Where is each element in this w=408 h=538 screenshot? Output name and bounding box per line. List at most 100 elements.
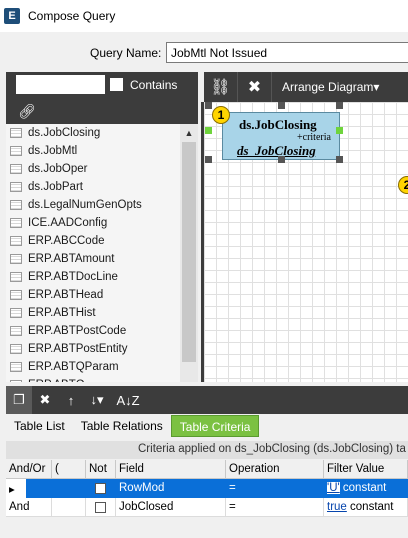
query-name-row: Query Name:: [0, 40, 408, 64]
criteria-toolbar: ❐ ✖ ↑ ↓▾ A↓Z: [6, 386, 408, 414]
list-item-label: ERP.ABTQParam: [28, 361, 119, 373]
col-filter-value[interactable]: Filter Value: [324, 460, 408, 479]
col-operation[interactable]: Operation: [226, 460, 324, 479]
col-andor[interactable]: And/Or: [6, 460, 52, 479]
list-item[interactable]: ds.JobMtl: [6, 142, 180, 160]
cell-paren[interactable]: [52, 479, 86, 498]
query-name-label: Query Name:: [90, 46, 162, 60]
table-search-input[interactable]: [16, 75, 105, 94]
list-item[interactable]: ERP.ABTQParam: [6, 358, 180, 376]
list-item[interactable]: ERP.ABTDocLine: [6, 268, 180, 286]
table-row[interactable]: And JobClosed = true constant: [6, 498, 408, 517]
list-item[interactable]: ds.JobPart: [6, 178, 180, 196]
cell-andor[interactable]: [26, 479, 52, 498]
list-item-label: ERP.ABTDocLine: [28, 271, 118, 283]
scroll-up-icon[interactable]: ▲: [180, 124, 198, 142]
scroll-thumb[interactable]: [182, 142, 196, 362]
contains-checkbox[interactable]: [110, 78, 123, 91]
resize-handle[interactable]: [336, 156, 343, 163]
list-item[interactable]: ERP.ABTAmount: [6, 250, 180, 268]
query-name-input[interactable]: [166, 42, 408, 63]
not-checkbox[interactable]: [95, 502, 106, 513]
list-item[interactable]: ds.JobClosing: [6, 124, 180, 142]
arrow-up-icon[interactable]: ↑: [58, 386, 84, 414]
list-item[interactable]: ERP.ABTQ...: [6, 376, 180, 382]
table-icon: [10, 146, 22, 156]
filter-value-link[interactable]: 'U': [327, 482, 340, 494]
list-item-label: ds.JobClosing: [28, 127, 101, 139]
node-criteria: +criteria: [297, 132, 331, 143]
filter-value-type: constant: [342, 482, 387, 494]
not-checkbox[interactable]: [95, 483, 106, 494]
list-item-label: ERP.ABTPostEntity: [28, 343, 128, 355]
table-icon: [10, 344, 22, 354]
cell-not[interactable]: [86, 479, 116, 498]
tab-table-relations[interactable]: Table Relations: [73, 415, 171, 437]
close-icon[interactable]: ✖: [238, 72, 272, 102]
tab-table-list[interactable]: Table List: [6, 415, 73, 437]
cell-not[interactable]: [86, 498, 116, 517]
list-item[interactable]: ERP.ABTHead: [6, 286, 180, 304]
col-paren[interactable]: (: [52, 460, 86, 479]
list-item-label: ERP.ABCCode: [28, 235, 105, 247]
cell-field[interactable]: JobClosed: [116, 498, 226, 517]
col-not[interactable]: Not: [86, 460, 116, 479]
resize-handle[interactable]: [205, 127, 212, 134]
resize-handle[interactable]: [278, 102, 285, 109]
list-item-label: ERP.ABTQ...: [28, 379, 94, 382]
cell-andor[interactable]: And: [6, 498, 52, 517]
node-title: ds.JobClosing: [239, 117, 317, 132]
cell-filter-value[interactable]: true constant: [324, 498, 408, 517]
link-icon[interactable]: ⛓: [204, 72, 238, 102]
list-item[interactable]: ERP.ABTPostCode: [6, 322, 180, 340]
list-item[interactable]: ds.LegalNumGenOpts: [6, 196, 180, 214]
cell-operation[interactable]: =: [226, 498, 324, 517]
list-item-label: ds.LegalNumGenOpts: [28, 199, 142, 211]
list-item-label: ERP.ABTHist: [28, 307, 96, 319]
resize-handle[interactable]: [336, 127, 343, 134]
table-node-jobclosing[interactable]: ds.JobClosing +criteria ds_JobClosing: [222, 112, 340, 160]
table-icon: [10, 254, 22, 264]
arrow-down-icon[interactable]: ↓▾: [84, 386, 110, 414]
list-item-label: ds.JobOper: [28, 163, 88, 175]
list-item[interactable]: ds.JobOper: [6, 160, 180, 178]
criteria-header: Criteria applied on ds_JobClosing (ds.Jo…: [6, 441, 408, 459]
sort-icon[interactable]: A↓Z: [110, 386, 146, 414]
diagram-canvas[interactable]: ds.JobClosing +criteria ds_JobClosing 1 …: [201, 102, 408, 382]
table-browser-panel: Contains 🔗︎ ds.JobClosing ds.JobMtl ds.Job…: [6, 72, 198, 382]
table-icon: [10, 164, 22, 174]
resize-handle[interactable]: [205, 156, 212, 163]
cell-paren[interactable]: [52, 498, 86, 517]
list-item-label: ERP.ABTPostCode: [28, 325, 127, 337]
table-icon: [10, 200, 22, 210]
list-item-label: ds.JobMtl: [28, 145, 78, 157]
filter-value-type: constant: [350, 501, 394, 513]
cell-operation[interactable]: =: [226, 479, 324, 498]
tab-table-criteria[interactable]: Table Criteria: [170, 415, 260, 437]
table-icon: [10, 236, 22, 246]
table-list-scrollbar[interactable]: ▲: [180, 124, 198, 382]
cell-field[interactable]: RowMod: [116, 479, 226, 498]
grid-header-row: And/Or ( Not Field Operation Filter Valu…: [6, 460, 408, 479]
list-item[interactable]: ERP.ABTPostEntity: [6, 340, 180, 358]
list-item[interactable]: ICE.AADConfig: [6, 214, 180, 232]
table-icon: [10, 326, 22, 336]
table-icon: [10, 290, 22, 300]
cell-filter-value[interactable]: 'U' constant: [324, 479, 408, 498]
title-bar: E Compose Query: [0, 0, 408, 32]
table-icon: [10, 182, 22, 192]
diagram-toolbar: ⛓ ✖ Arrange Diagram ▾: [204, 72, 408, 102]
resize-handle[interactable]: [205, 102, 212, 109]
arrange-diagram-button[interactable]: Arrange Diagram ▾: [272, 72, 379, 102]
resize-handle[interactable]: [336, 102, 343, 109]
link-icon[interactable]: 🔗︎: [18, 100, 44, 122]
filter-value-link[interactable]: true: [327, 501, 347, 513]
list-item[interactable]: ERP.ABCCode: [6, 232, 180, 250]
table-row[interactable]: ▸ RowMod = 'U' constant: [6, 479, 408, 498]
close-icon[interactable]: ✖: [32, 386, 58, 414]
window-title: Compose Query: [28, 9, 116, 23]
copy-icon[interactable]: ❐: [6, 386, 32, 414]
resize-handle[interactable]: [278, 156, 285, 163]
col-field[interactable]: Field: [116, 460, 226, 479]
list-item[interactable]: ERP.ABTHist: [6, 304, 180, 322]
